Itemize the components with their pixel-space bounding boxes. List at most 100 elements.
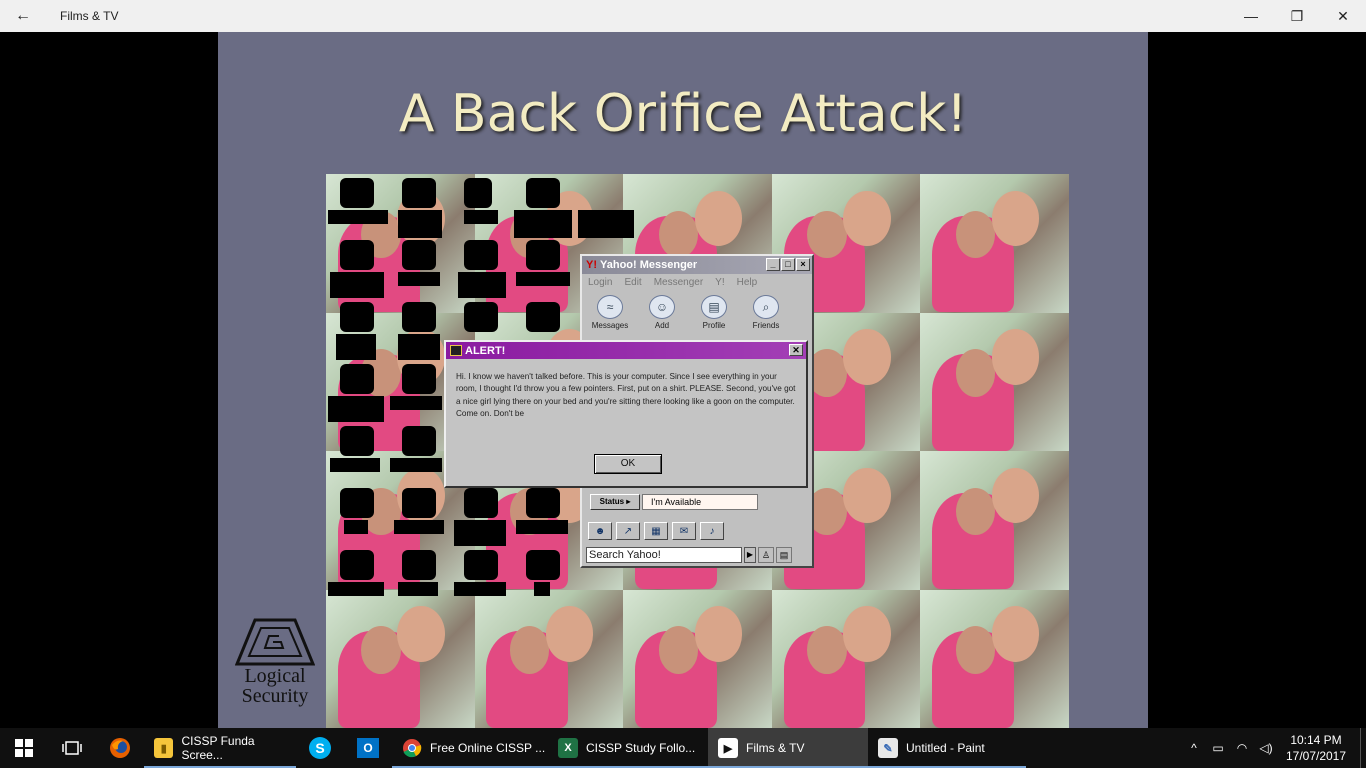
desktop-icon-label [454,582,506,596]
desktop-icon [402,178,436,208]
desktop-icon [526,178,560,208]
messages-button[interactable]: ≈ Messages [590,295,630,330]
show-hidden-icons-chevron-icon[interactable]: ^ [1182,741,1206,755]
friends-icon: ⌕ [753,295,779,319]
taskbar-file-explorer[interactable]: ▮ CISSP Funda Scree... [144,728,296,768]
status-row: Status ▸ I'm Available [590,494,758,510]
desktop-icon [526,302,560,332]
messages-icon: ≈ [597,295,623,319]
taskbar-app-label: CISSP Study Follo... [586,741,696,755]
taskbar-app-label: CISSP Funda Scree... [181,734,255,762]
desktop-icon [526,240,560,270]
alerts-bell-icon[interactable]: ♪ [700,522,724,540]
desktop-icon-label [330,458,380,472]
taskbar-outlook[interactable]: O [344,728,392,768]
menu-login[interactable]: Login [588,277,612,288]
minimize-button[interactable]: — [1228,0,1274,32]
desktop-icon-label [516,520,568,534]
search-list-icon[interactable]: ▤ [776,547,792,563]
yahoo-messenger-title: Yahoo! Messenger [600,259,698,271]
yahoo-minimize-button[interactable]: _ [766,258,780,271]
alert-title: ALERT! [465,344,506,357]
window-controls: — ❐ ✕ [1228,0,1366,32]
desktop-icon-label [344,520,368,534]
menu-messenger[interactable]: Messenger [654,277,703,288]
show-desktop-button[interactable] [1360,728,1366,768]
app-title: Films & TV [60,9,119,23]
add-friend-icon: ☺ [649,295,675,319]
close-button[interactable]: ✕ [1320,0,1366,32]
taskbar-app-label: Films & TV [746,741,805,755]
alert-message: Hi. I know we haven't talked before. Thi… [456,372,796,419]
stocks-icon[interactable]: ↗ [616,522,640,540]
taskbar-app-label: Free Online CISSP ... [430,741,546,755]
excel-icon: X [558,738,578,758]
desktop-icon-label [578,210,634,238]
clock-time: 10:14 PM [1290,733,1342,747]
yahoo-maximize-button[interactable]: □ [781,258,795,271]
desktop-icon [464,488,498,518]
video-player[interactable]: A Back Orifice Attack! Logical Security … [0,32,1366,728]
desktop-icon-label [328,396,384,422]
yahoo-search-row: Search Yahoo! ▶ ♙ ▤ [586,547,792,563]
restore-button[interactable]: ❐ [1274,0,1320,32]
battery-icon[interactable]: ▭ [1206,741,1230,755]
add-label: Add [654,321,670,330]
search-go-button[interactable]: ▶ [744,547,756,563]
menu-yahoo[interactable]: Y! [715,277,724,288]
alert-titlebar: ALERT! ✕ [446,342,806,359]
back-arrow-icon[interactable]: ← [0,0,46,32]
alert-dialog[interactable]: ALERT! ✕ Hi. I know we haven't talked be… [444,340,808,488]
taskbar-excel[interactable]: X CISSP Study Follo... [548,728,708,768]
desktop-icon [464,178,492,208]
menu-help[interactable]: Help [737,277,758,288]
desktop-icon [402,240,436,270]
wifi-icon[interactable]: ◠ [1230,741,1254,755]
profile-label: Profile [702,321,726,330]
folder-icon: ▮ [154,738,174,758]
desktop-icon [340,302,374,332]
desktop-icon [464,302,498,332]
volume-icon[interactable]: ◁) [1254,741,1278,755]
desktop-icon [340,550,374,580]
calendar-icon[interactable]: ▦ [644,522,668,540]
taskbar-chrome[interactable]: Free Online CISSP ... [392,728,548,768]
desktop-icon [340,240,374,270]
status-value[interactable]: I'm Available [642,494,758,510]
desktop-icon [402,364,436,394]
taskbar-clock[interactable]: 10:14 PM 17/07/2017 [1278,732,1354,764]
yahoo-search-input[interactable]: Search Yahoo! [586,547,742,563]
webcam-photo [474,589,624,728]
taskbar-films-tv[interactable]: ▶ Films & TV [708,728,868,768]
taskbar-paint[interactable]: ✎ Untitled - Paint [868,728,1026,768]
friends-label: Friends [752,321,780,330]
desktop-icon-label [458,272,506,298]
yahoo-logo-icon: Y! [586,259,597,271]
desktop-icon-label [534,582,550,596]
menu-edit[interactable]: Edit [624,277,641,288]
start-button[interactable] [0,728,48,768]
task-view-button[interactable] [48,728,96,768]
yahoo-quick-icons: ☻ ↗ ▦ ✉ ♪ [588,522,724,540]
friends-button[interactable]: ⌕ Friends [746,295,786,330]
yahoo-close-button[interactable]: × [796,258,810,271]
desktop-icon-label [398,210,442,238]
search-person-icon[interactable]: ♙ [758,547,774,563]
alert-ok-button[interactable]: OK [594,454,662,474]
logical-security-logo: Logical Security [232,618,318,706]
desktop-icon-label [514,210,572,238]
windows-logo-icon [15,739,33,757]
desktop-icon [402,488,436,518]
webcam-photo [623,589,772,728]
status-button[interactable]: Status ▸ [590,494,640,510]
contacts-icon[interactable]: ☻ [588,522,612,540]
logo-emblem-icon [235,618,315,666]
desktop-icon-label [464,210,498,224]
mail-icon[interactable]: ✉ [672,522,696,540]
taskbar-skype[interactable]: S [296,728,344,768]
taskbar-firefox[interactable] [96,728,144,768]
profile-button[interactable]: ▤ Profile [694,295,734,330]
task-view-icon [62,741,82,755]
add-button[interactable]: ☺ Add [642,295,682,330]
alert-close-button[interactable]: ✕ [789,344,803,356]
